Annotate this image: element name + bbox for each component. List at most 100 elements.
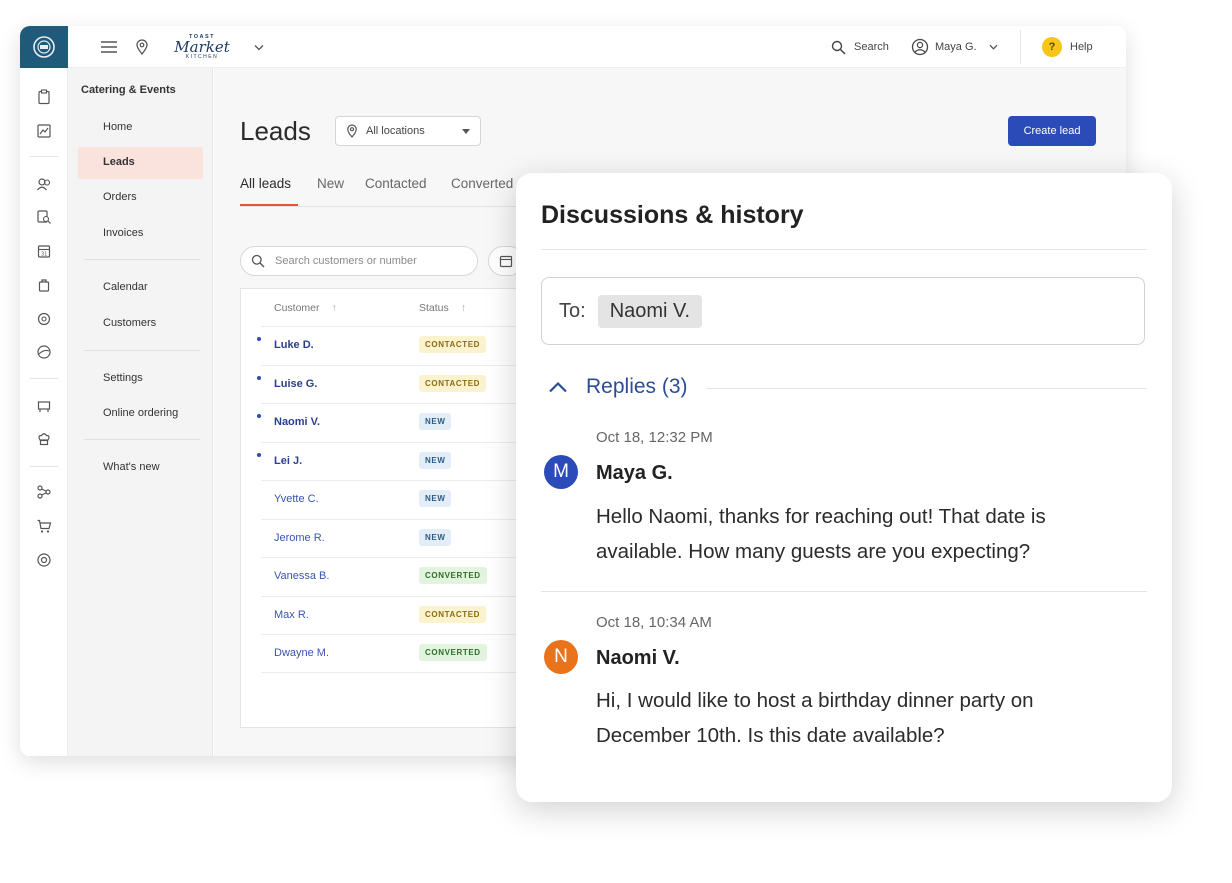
sidebar-item-invoices[interactable]: Invoices xyxy=(103,227,143,239)
user-avatar-icon xyxy=(911,38,929,56)
tab-all-leads[interactable]: All leads xyxy=(240,176,291,191)
menu-icon[interactable] xyxy=(100,26,118,68)
status-badge: CONVERTED xyxy=(419,644,487,661)
nav-section-title: Catering & Events xyxy=(81,84,176,96)
location-pin-icon[interactable] xyxy=(135,26,149,68)
sort-arrow-icon: ↑ xyxy=(331,302,337,314)
table-icon[interactable] xyxy=(34,396,54,416)
restaurant-logo-icon xyxy=(33,36,55,58)
sidebar-item-settings[interactable]: Settings xyxy=(103,372,143,384)
restaurant-logo[interactable] xyxy=(20,26,68,68)
customer-name[interactable]: Lei J. xyxy=(274,455,302,467)
globe-icon[interactable] xyxy=(34,342,54,362)
caret-down-icon xyxy=(462,128,470,134)
sidebar-nav: Catering & Events Home Leads Orders Invo… xyxy=(68,68,213,756)
user-menu-button[interactable]: Maya G. xyxy=(911,26,998,68)
location-pin-icon xyxy=(347,124,357,138)
nav-divider xyxy=(84,439,200,440)
customer-search-input[interactable]: Search customers or number xyxy=(240,246,478,276)
rail-divider xyxy=(30,466,58,467)
avatar: M xyxy=(544,455,578,489)
customer-name[interactable]: Naomi V. xyxy=(274,416,320,428)
customer-name[interactable]: Luise G. xyxy=(274,378,317,390)
status-badge: NEW xyxy=(419,451,452,469)
search-label: Search xyxy=(854,41,889,53)
user-chevron-down-icon xyxy=(989,44,998,50)
message-author: Naomi V. xyxy=(596,647,680,669)
rail-divider xyxy=(30,378,58,379)
search-icon xyxy=(251,254,265,268)
customer-name[interactable]: Luke D. xyxy=(274,339,314,351)
message-timestamp: Oct 18, 10:34 AM xyxy=(596,614,712,631)
active-tab-indicator xyxy=(240,204,298,206)
sidebar-item-leads[interactable]: Leads xyxy=(103,156,135,168)
cart-icon[interactable] xyxy=(34,516,54,536)
replies-divider xyxy=(706,388,1147,389)
unread-dot xyxy=(257,452,261,457)
guests-icon[interactable] xyxy=(34,174,54,194)
sidebar-item-whats-new[interactable]: What's new xyxy=(103,461,160,473)
customer-name[interactable]: Vanessa B. xyxy=(274,570,329,582)
recipient-field[interactable]: To: Naomi V. xyxy=(541,277,1145,345)
status-badge: NEW xyxy=(419,528,452,546)
sidebar-item-orders[interactable]: Orders xyxy=(103,191,137,203)
message-line: Hello Naomi, thanks for reaching out! Th… xyxy=(596,505,1046,528)
customer-name[interactable]: Yvette C. xyxy=(274,493,319,505)
svg-text:31: 31 xyxy=(41,252,47,258)
status-badge: CONTACTED xyxy=(419,336,487,353)
message-divider xyxy=(541,591,1147,592)
message-timestamp: Oct 18, 12:32 PM xyxy=(596,429,713,446)
calendar-icon xyxy=(499,255,513,268)
message-body: Hello Naomi, thanks for reaching out! Th… xyxy=(596,499,1136,569)
customer-name[interactable]: Jerome R. xyxy=(274,532,325,544)
message-line: Hi, I would like to host a birthday dinn… xyxy=(596,689,1034,712)
bag-icon[interactable] xyxy=(34,275,54,295)
tab-new[interactable]: New xyxy=(317,176,344,191)
nav-divider xyxy=(84,350,200,351)
column-header-customer[interactable]: Customer ↑ xyxy=(274,302,337,314)
search-button[interactable]: Search xyxy=(831,26,889,68)
sidebar-item-online-ordering[interactable]: Online ordering xyxy=(103,407,178,419)
clipboard-icon[interactable] xyxy=(34,87,54,107)
settings-icon[interactable] xyxy=(34,309,54,329)
help-button[interactable]: ? Help xyxy=(1042,26,1093,68)
sidebar-item-home[interactable]: Home xyxy=(103,121,132,133)
brand-sub-text: KITCHEN xyxy=(185,54,219,60)
replies-label: Replies (3) xyxy=(586,375,688,398)
location-select[interactable]: All locations xyxy=(335,116,481,146)
brand-logo[interactable]: TOAST Market KITCHEN xyxy=(166,26,238,68)
to-label: To: xyxy=(559,299,586,322)
brand-switcher-chevron-icon[interactable] xyxy=(254,26,264,68)
sidebar-item-calendar[interactable]: Calendar xyxy=(103,281,148,293)
customer-name[interactable]: Dwayne M. xyxy=(274,647,329,659)
status-badge: CONTACTED xyxy=(419,605,487,623)
discussions-panel: Discussions & history To: Naomi V. Repli… xyxy=(516,173,1172,802)
search-doc-icon[interactable] xyxy=(34,207,54,227)
calendar-icon[interactable]: 31 xyxy=(34,241,54,261)
rail-divider xyxy=(30,156,58,157)
tab-contacted[interactable]: Contacted xyxy=(365,176,427,191)
message-author: Maya G. xyxy=(596,462,673,484)
page-title: Leads xyxy=(240,116,311,146)
create-lead-button[interactable]: Create lead xyxy=(1008,116,1096,146)
column-header-customer-label: Customer xyxy=(274,302,320,314)
help-label: Help xyxy=(1070,41,1093,53)
unread-dot xyxy=(257,375,261,380)
customer-name[interactable]: Max R. xyxy=(274,609,309,621)
chevron-up-icon xyxy=(549,381,567,393)
help-icon: ? xyxy=(1042,37,1062,57)
nav-divider xyxy=(84,259,200,260)
recipient-chip[interactable]: Naomi V. xyxy=(597,294,703,328)
nav-active-highlight xyxy=(78,147,203,179)
status-badge: NEW xyxy=(419,490,452,507)
target-icon[interactable] xyxy=(34,550,54,570)
chef-hat-icon[interactable] xyxy=(34,429,54,449)
chart-icon[interactable] xyxy=(34,121,54,141)
unread-dot xyxy=(257,337,261,341)
status-badge: CONTACTED xyxy=(419,374,487,392)
tab-converted[interactable]: Converted xyxy=(451,176,513,191)
column-header-status[interactable]: Status ↑ xyxy=(419,302,466,314)
sidebar-item-customers[interactable]: Customers xyxy=(103,317,156,329)
share-icon[interactable] xyxy=(34,482,54,502)
replies-toggle[interactable]: Replies (3) xyxy=(548,375,688,399)
